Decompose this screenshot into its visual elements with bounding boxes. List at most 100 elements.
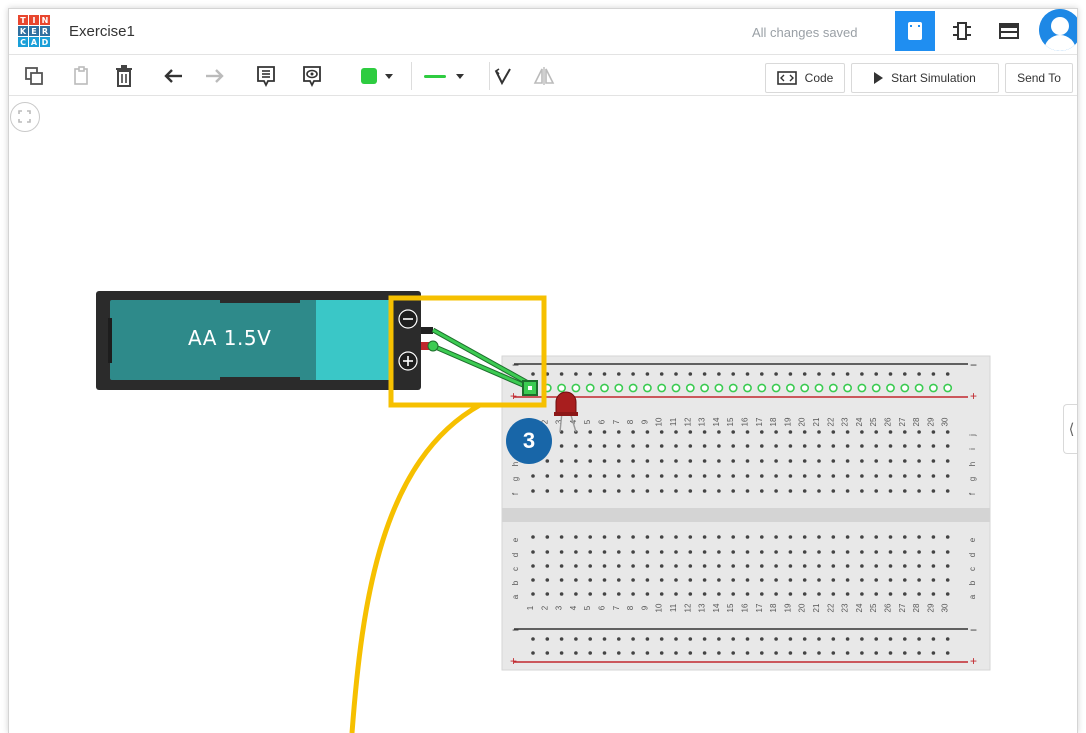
breadboard-hole[interactable] — [802, 444, 807, 448]
breadboard-hole[interactable] — [545, 459, 550, 463]
breadboard-hole[interactable] — [802, 430, 807, 434]
breadboard-hole[interactable] — [929, 383, 938, 393]
breadboard-hole[interactable] — [702, 592, 707, 596]
breadboard-hole[interactable] — [945, 651, 950, 655]
breadboard-hole[interactable] — [588, 550, 592, 554]
breadboard-hole[interactable] — [888, 474, 893, 478]
breadboard-hole[interactable] — [845, 550, 850, 554]
breadboard-hole[interactable] — [802, 550, 807, 554]
breadboard-hole[interactable] — [685, 383, 695, 393]
breadboard-hole[interactable] — [888, 637, 893, 641]
breadboard-hole[interactable] — [717, 592, 721, 596]
breadboard-hole[interactable] — [545, 578, 550, 582]
breadboard-hole[interactable] — [888, 489, 893, 493]
breadboard-hole[interactable] — [645, 651, 650, 655]
breadboard-hole[interactable] — [745, 651, 750, 655]
breadboard-hole[interactable] — [602, 474, 607, 478]
breadboard-hole[interactable] — [643, 383, 652, 393]
breadboard-hole[interactable] — [702, 489, 707, 493]
breadboard-hole[interactable] — [888, 459, 893, 463]
breadboard-hole[interactable] — [545, 535, 550, 539]
breadboard-hole[interactable] — [945, 550, 950, 554]
breadboard-hole[interactable] — [903, 637, 907, 641]
breadboard-hole[interactable] — [860, 651, 864, 655]
breadboard-hole[interactable] — [731, 535, 735, 539]
breadboard-hole[interactable] — [814, 383, 824, 393]
breadboard-hole[interactable] — [559, 564, 564, 568]
breadboard-hole[interactable] — [760, 430, 764, 434]
breadboard-hole[interactable] — [802, 459, 807, 463]
breadboard-hole[interactable] — [688, 489, 693, 493]
breadboard-hole[interactable] — [602, 430, 607, 434]
breadboard-hole[interactable] — [574, 474, 578, 478]
breadboard-hole[interactable] — [845, 459, 850, 463]
breadboard-hole[interactable] — [659, 535, 664, 539]
breadboard-hole[interactable] — [774, 564, 778, 568]
breadboard-hole[interactable] — [788, 489, 793, 493]
breadboard-hole[interactable] — [702, 550, 707, 554]
breadboard-hole[interactable] — [574, 459, 578, 463]
breadboard-hole[interactable] — [802, 535, 807, 539]
breadboard-hole[interactable] — [917, 578, 921, 582]
breadboard-hole[interactable] — [917, 489, 921, 493]
breadboard-hole[interactable] — [831, 535, 836, 539]
breadboard-hole[interactable] — [874, 578, 878, 582]
breadboard-hole[interactable] — [631, 592, 635, 596]
breadboard-hole[interactable] — [788, 651, 793, 655]
breadboard-hole[interactable] — [860, 564, 864, 568]
breadboard-hole[interactable] — [602, 564, 607, 568]
breadboard-hole[interactable] — [571, 383, 581, 393]
breadboard-hole[interactable] — [874, 474, 878, 478]
breadboard-hole[interactable] — [914, 383, 924, 393]
breadboard-hole[interactable] — [760, 444, 764, 448]
red-led[interactable] — [555, 391, 577, 415]
breadboard-hole[interactable] — [702, 430, 707, 434]
breadboard-hole[interactable] — [774, 637, 778, 641]
breadboard-hole[interactable] — [659, 592, 664, 596]
breadboard-hole[interactable] — [559, 637, 564, 641]
breadboard-hole[interactable] — [617, 430, 621, 434]
breadboard-hole[interactable] — [588, 592, 592, 596]
breadboard-hole[interactable] — [745, 474, 750, 478]
breadboard-hole[interactable] — [602, 489, 607, 493]
breadboard-hole[interactable] — [574, 489, 578, 493]
breadboard-hole[interactable] — [674, 564, 678, 568]
breadboard-hole[interactable] — [802, 489, 807, 493]
breadboard-hole[interactable] — [731, 430, 735, 434]
breadboard-hole[interactable] — [717, 550, 721, 554]
breadboard-hole[interactable] — [874, 564, 878, 568]
breadboard-hole[interactable] — [602, 651, 607, 655]
breadboard-hole[interactable] — [574, 444, 578, 448]
breadboard-hole[interactable] — [900, 383, 910, 393]
breadboard-hole[interactable] — [588, 489, 592, 493]
breadboard-hole[interactable] — [931, 550, 936, 554]
breadboard-hole[interactable] — [831, 578, 836, 582]
breadboard-hole[interactable] — [674, 592, 678, 596]
breadboard-hole[interactable] — [874, 372, 878, 376]
breadboard-hole[interactable] — [931, 444, 936, 448]
breadboard-hole[interactable] — [874, 651, 878, 655]
breadboard-hole[interactable] — [588, 459, 592, 463]
breadboard-hole[interactable] — [588, 444, 592, 448]
breadboard-hole[interactable] — [702, 372, 707, 376]
breadboard-hole[interactable] — [731, 550, 735, 554]
breadboard-hole[interactable] — [645, 578, 650, 582]
breadboard-hole[interactable] — [860, 637, 864, 641]
breadboard-hole[interactable] — [931, 578, 936, 582]
breadboard-hole[interactable] — [674, 651, 678, 655]
breadboard-hole[interactable] — [945, 430, 950, 434]
breadboard-hole[interactable] — [760, 592, 764, 596]
breadboard-hole[interactable] — [945, 592, 950, 596]
breadboard-hole[interactable] — [659, 372, 664, 376]
breadboard-hole[interactable] — [774, 651, 778, 655]
breadboard-hole[interactable] — [645, 637, 650, 641]
breadboard-hole[interactable] — [688, 550, 693, 554]
breadboard-hole[interactable] — [845, 651, 850, 655]
breadboard-hole[interactable] — [531, 372, 535, 376]
breadboard-hole[interactable] — [817, 564, 821, 568]
breadboard-hole[interactable] — [588, 564, 592, 568]
breadboard-hole[interactable] — [931, 474, 936, 478]
breadboard-hole[interactable] — [659, 459, 664, 463]
breadboard-hole[interactable] — [831, 474, 836, 478]
breadboard-hole[interactable] — [559, 459, 564, 463]
